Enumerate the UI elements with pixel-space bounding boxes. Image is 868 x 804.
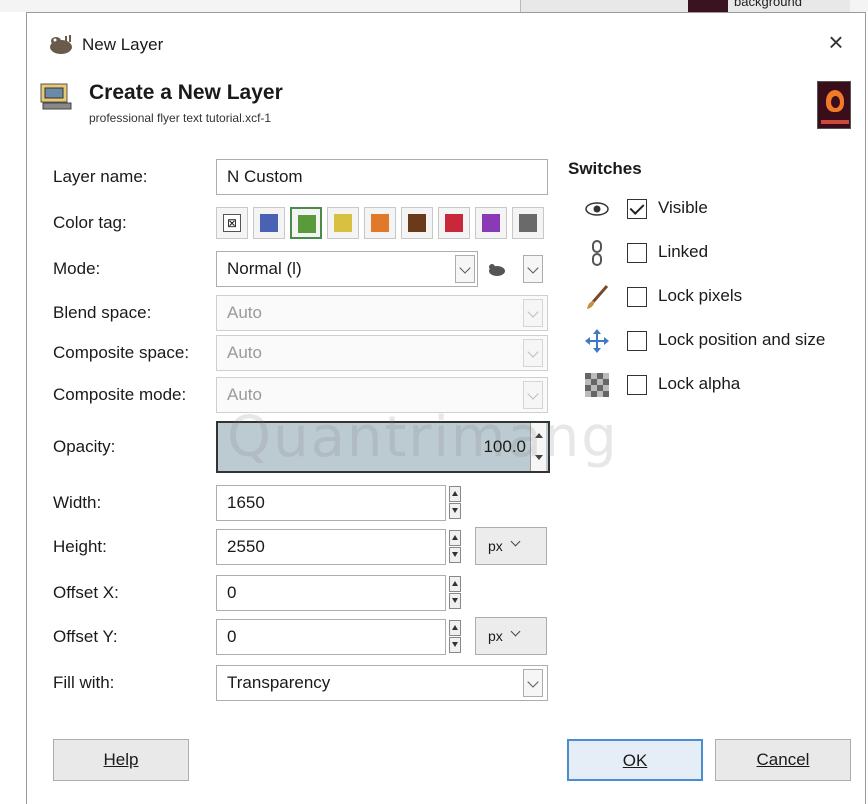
color-tag-swatch: ⊠ xyxy=(223,214,241,232)
header-subtitle: professional flyer text tutorial.xcf-1 xyxy=(89,111,272,125)
checkerboard-icon xyxy=(583,371,611,399)
color-tag-label: Color tag: xyxy=(53,213,127,232)
color-tag-swatch xyxy=(334,214,352,232)
header-title: Create a New Layer xyxy=(89,81,283,104)
height-spinner[interactable] xyxy=(449,530,461,564)
layer-name-label: Layer name: xyxy=(53,167,148,186)
fill-with-dropdown-arrow[interactable] xyxy=(523,669,543,697)
offset-y-input[interactable]: 0 xyxy=(216,619,446,655)
help-button-label: Help xyxy=(103,750,139,769)
opacity-spinner[interactable] xyxy=(530,423,546,471)
composite-mode-select: Auto xyxy=(216,377,548,413)
opacity-slider[interactable]: 100.0 xyxy=(216,421,550,473)
new-layer-dialog: New Layer × Create a New Layer professio… xyxy=(26,12,866,804)
color-tag-blue[interactable] xyxy=(253,207,285,239)
height-label: Height: xyxy=(53,537,107,556)
offset-unit-select[interactable]: px xyxy=(475,617,547,655)
color-tag-group: ⊠ xyxy=(216,207,556,241)
chevron-down-icon xyxy=(510,626,521,637)
background-layer-thumbnail xyxy=(688,0,728,12)
width-label: Width: xyxy=(53,493,102,512)
composite-space-select: Auto xyxy=(216,335,548,371)
switch-label: Lock pixels xyxy=(658,286,743,305)
width-spinner[interactable] xyxy=(449,486,461,520)
switch-checkbox[interactable] xyxy=(627,287,647,307)
chevron-down-icon xyxy=(510,536,521,547)
blend-space-label: Blend space: xyxy=(53,303,152,322)
switch-label: Lock alpha xyxy=(658,374,741,393)
switch-label: Lock position and size xyxy=(658,330,826,349)
ok-button-label: OK xyxy=(622,751,648,770)
color-tag-swatch xyxy=(260,214,278,232)
color-tag-green[interactable] xyxy=(290,207,322,239)
background-layer-label: background xyxy=(734,0,802,9)
layer-name-input[interactable]: N Custom xyxy=(216,159,548,195)
fill-with-select[interactable]: Transparency xyxy=(216,665,548,701)
new-layer-icon xyxy=(40,83,72,110)
cancel-button[interactable]: Cancel xyxy=(715,739,851,781)
gimp-wilber-icon xyxy=(50,35,72,54)
title-bar: New Layer × xyxy=(27,13,865,75)
mode-select[interactable]: Normal (l) xyxy=(216,251,478,287)
composite-mode-dropdown-arrow xyxy=(523,381,543,409)
color-tag-gray[interactable] xyxy=(512,207,544,239)
offset-y-label: Offset Y: xyxy=(53,627,118,646)
window-title: New Layer xyxy=(82,35,164,54)
color-tag-violet[interactable] xyxy=(475,207,507,239)
opacity-label: Opacity: xyxy=(53,437,116,456)
size-unit-select[interactable]: px xyxy=(475,527,547,565)
offset-x-input[interactable]: 0 xyxy=(216,575,446,611)
color-tag-swatch xyxy=(482,214,500,232)
size-unit-value: px xyxy=(488,538,503,554)
eye-icon xyxy=(583,195,611,223)
close-button[interactable]: × xyxy=(821,27,851,57)
offset-y-spinner[interactable] xyxy=(449,620,461,654)
switches-title: Switches xyxy=(568,159,642,178)
opacity-value: 100.0 xyxy=(483,437,526,456)
color-tag-swatch xyxy=(445,214,463,232)
brush-icon xyxy=(583,283,611,311)
chain-icon xyxy=(583,239,611,267)
color-tag-swatch xyxy=(519,214,537,232)
color-tag-swatch xyxy=(408,214,426,232)
mode-dropdown-arrow[interactable] xyxy=(455,255,475,283)
switch-checkbox[interactable] xyxy=(627,199,647,219)
help-button[interactable]: Help xyxy=(53,739,189,781)
switch-label: Linked xyxy=(658,242,709,261)
switch-label: Visible xyxy=(658,198,708,217)
height-input[interactable]: 2550 xyxy=(216,529,446,565)
ok-button[interactable]: OK xyxy=(567,739,703,781)
mode-gimp-icon xyxy=(489,264,505,276)
color-tag-yellow[interactable] xyxy=(327,207,359,239)
composite-space-label: Composite space: xyxy=(53,343,190,362)
cancel-button-label: Cancel xyxy=(756,750,810,769)
mode-label: Mode: xyxy=(53,259,101,278)
color-tag-swatch xyxy=(371,214,389,232)
move-icon xyxy=(583,327,611,355)
color-tag-brown[interactable] xyxy=(401,207,433,239)
fill-with-label: Fill with: xyxy=(53,673,115,692)
switch-checkbox[interactable] xyxy=(627,243,647,263)
blend-space-dropdown-arrow xyxy=(523,299,543,327)
composite-mode-label: Composite mode: xyxy=(53,385,187,404)
blend-space-select: Auto xyxy=(216,295,548,331)
color-tag-orange[interactable] xyxy=(364,207,396,239)
color-tag-swatch xyxy=(298,215,316,233)
composite-space-dropdown-arrow xyxy=(523,339,543,367)
offset-unit-value: px xyxy=(488,628,503,644)
color-tag-red[interactable] xyxy=(438,207,470,239)
offset-x-spinner[interactable] xyxy=(449,576,461,610)
switch-checkbox[interactable] xyxy=(627,375,647,395)
switch-checkbox[interactable] xyxy=(627,331,647,351)
offset-x-label: Offset X: xyxy=(53,583,119,602)
image-thumbnail xyxy=(817,81,851,129)
width-input[interactable]: 1650 xyxy=(216,485,446,521)
mode-group-dropdown-arrow[interactable] xyxy=(523,255,543,283)
color-tag-none[interactable]: ⊠ xyxy=(216,207,248,239)
dialog-header: Create a New Layer professional flyer te… xyxy=(27,75,865,137)
